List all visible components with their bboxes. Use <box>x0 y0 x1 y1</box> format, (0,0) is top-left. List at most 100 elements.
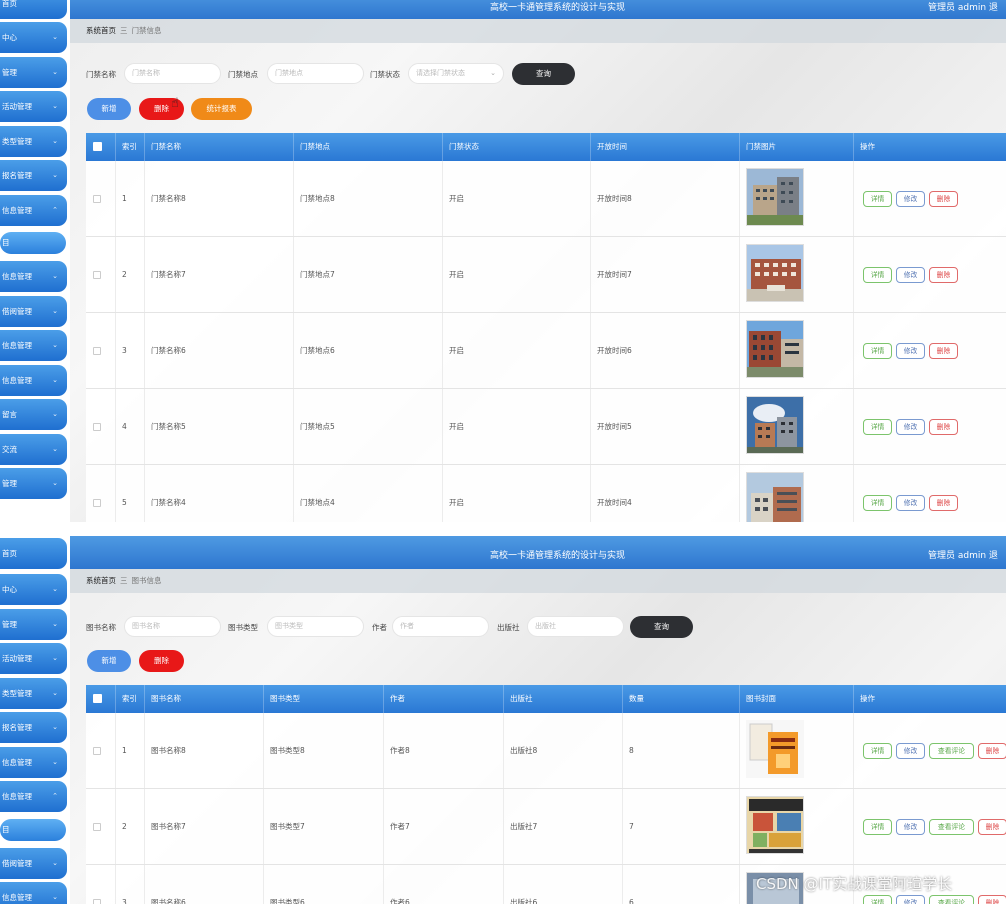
view-comments-button[interactable]: 查看评论 <box>929 743 974 759</box>
detail-button[interactable]: 详情 <box>863 819 892 835</box>
row-delete-button[interactable]: 删除 <box>978 895 1006 904</box>
sidebar-item-activity[interactable]: 活动管理 ⌄ <box>0 643 67 674</box>
sidebar-item-label: 首页 <box>2 0 17 8</box>
edit-button[interactable]: 修改 <box>896 267 925 283</box>
sidebar-item-borrow[interactable]: 借阅管理 ⌄ <box>0 296 67 327</box>
app-title: 高校一卡通管理系统的设计与实现 <box>490 3 626 13</box>
row-delete-button[interactable]: 删除 <box>929 267 958 283</box>
sidebar-item-home[interactable]: 首页 <box>0 538 67 569</box>
breadcrumb-home[interactable]: 系统首页 <box>86 26 116 35</box>
sidebar-item-message[interactable]: 留言 ⌄ <box>0 399 67 430</box>
detail-button[interactable]: 详情 <box>863 191 892 207</box>
author-input[interactable]: 作者 <box>392 616 489 637</box>
search-button[interactable]: 查询 <box>630 616 693 638</box>
table-header: 索引 门禁名称 门禁地点 门禁状态 开放时间 门禁图片 操作 <box>86 133 1006 161</box>
row-select-cell[interactable] <box>86 237 115 312</box>
filter-label-name: 门禁名称 <box>86 70 116 79</box>
sidebar-item-label: 报名管理 <box>2 723 32 732</box>
detail-button[interactable]: 详情 <box>863 895 892 904</box>
delete-button[interactable]: 删除 <box>139 650 184 672</box>
sidebar-item-signup[interactable]: 报名管理 ⌄ <box>0 160 67 191</box>
sidebar-item-center[interactable]: 中心 ⌄ <box>0 22 67 53</box>
sidebar-item-info[interactable]: 信息管理 ⌃ <box>0 195 67 226</box>
header-select-all[interactable] <box>86 133 115 161</box>
row-delete-button[interactable]: 删除 <box>978 819 1006 835</box>
edit-button[interactable]: 修改 <box>896 895 925 904</box>
cell-ops: 详情 修改 删除 <box>853 161 1006 236</box>
user-info[interactable]: 管理员 admin 退 <box>928 548 998 561</box>
sidebar-item-info-2[interactable]: 信息管理 ⌃ <box>0 781 67 812</box>
row-delete-button[interactable]: 删除 <box>929 191 958 207</box>
building-photo[interactable] <box>746 168 804 226</box>
sidebar-item-label: 目 <box>2 238 10 247</box>
row-select-cell[interactable] <box>86 865 115 904</box>
book-cover[interactable] <box>746 796 804 854</box>
row-select-cell[interactable] <box>86 389 115 464</box>
row-select-cell[interactable] <box>86 313 115 388</box>
header-bar: 高校一卡通管理系统的设计与实现 管理员 admin 退 <box>70 536 1006 569</box>
row-delete-button[interactable]: 删除 <box>929 495 958 511</box>
building-photo[interactable] <box>746 320 804 378</box>
book-cover[interactable] <box>746 720 804 778</box>
row-select-cell[interactable] <box>86 161 115 236</box>
sidebar-item-system[interactable]: 管理 ⌄ <box>0 468 67 499</box>
view-comments-button[interactable]: 查看评论 <box>929 895 974 904</box>
building-photo[interactable] <box>746 472 804 522</box>
user-info[interactable]: 管理员 admin 退 <box>928 0 998 13</box>
sidebar-item-forum[interactable]: 交流 ⌄ <box>0 434 67 465</box>
publisher-input[interactable]: 出版社 <box>527 616 624 637</box>
edit-button[interactable]: 修改 <box>896 343 925 359</box>
cell-quantity: 6 <box>622 865 739 904</box>
breadcrumb-home[interactable]: 系统首页 <box>86 576 116 585</box>
detail-button[interactable]: 详情 <box>863 267 892 283</box>
sidebar-subitem-active[interactable]: 目 <box>0 819 66 841</box>
sidebar-item-type[interactable]: 类型管理 ⌄ <box>0 126 67 157</box>
sidebar-item-signup[interactable]: 报名管理 ⌄ <box>0 712 67 743</box>
access-name-input[interactable]: 门禁名称 <box>124 63 221 84</box>
sidebar-item-info-3[interactable]: 信息管理 ⌄ <box>0 882 67 904</box>
detail-button[interactable]: 详情 <box>863 419 892 435</box>
row-delete-button[interactable]: 删除 <box>929 343 958 359</box>
report-button[interactable]: 统计报表 <box>191 98 252 120</box>
building-photo[interactable] <box>746 396 804 454</box>
cell-ops: 详情 修改 删除 <box>853 465 1006 522</box>
row-select-cell[interactable] <box>86 713 115 788</box>
sidebar-item-info[interactable]: 信息管理 ⌄ <box>0 747 67 778</box>
edit-button[interactable]: 修改 <box>896 743 925 759</box>
edit-button[interactable]: 修改 <box>896 191 925 207</box>
sidebar-item-borrow[interactable]: 借阅管理 ⌄ <box>0 848 67 879</box>
sidebar-subitem-active[interactable]: 目 <box>0 232 66 254</box>
row-select-cell[interactable] <box>86 465 115 522</box>
sidebar-item-info-4[interactable]: 信息管理 ⌄ <box>0 365 67 396</box>
sidebar-item-manage[interactable]: 管理 ⌄ <box>0 609 67 640</box>
header-select-all[interactable] <box>86 685 115 713</box>
edit-button[interactable]: 修改 <box>896 819 925 835</box>
detail-button[interactable]: 详情 <box>863 343 892 359</box>
access-status-select[interactable]: 请选择门禁状态 ⌄ <box>408 63 504 84</box>
search-button[interactable]: 查询 <box>512 63 575 85</box>
edit-button[interactable]: 修改 <box>896 419 925 435</box>
view-comments-button[interactable]: 查看评论 <box>929 819 974 835</box>
book-name-input[interactable]: 图书名称 <box>124 616 221 637</box>
sidebar-item-activity[interactable]: 活动管理 ⌄ <box>0 91 67 122</box>
edit-button[interactable]: 修改 <box>896 495 925 511</box>
sidebar-item-info-3[interactable]: 信息管理 ⌄ <box>0 330 67 361</box>
access-place-input[interactable]: 门禁地点 <box>267 63 364 84</box>
sidebar-item-type[interactable]: 类型管理 ⌄ <box>0 678 67 709</box>
row-delete-button[interactable]: 删除 <box>929 419 958 435</box>
sidebar-item-info-2[interactable]: 信息管理 ⌄ <box>0 261 67 292</box>
detail-button[interactable]: 详情 <box>863 743 892 759</box>
add-button[interactable]: 新增 <box>87 98 131 120</box>
sidebar-item-manage[interactable]: 管理 ⌄ <box>0 57 67 88</box>
book-type-input[interactable]: 图书类型 <box>267 616 364 637</box>
sidebar-item-center[interactable]: 中心 ⌄ <box>0 574 67 605</box>
col-time: 开放时间 <box>590 133 739 161</box>
filter-label-name: 图书名称 <box>86 623 116 632</box>
sidebar-item-home[interactable]: 首页 <box>0 0 67 19</box>
add-button[interactable]: 新增 <box>87 650 131 672</box>
row-select-cell[interactable] <box>86 789 115 864</box>
row-delete-button[interactable]: 删除 <box>978 743 1006 759</box>
detail-button[interactable]: 详情 <box>863 495 892 511</box>
filter-label-author: 作者 <box>372 623 387 632</box>
building-photo[interactable] <box>746 244 804 302</box>
